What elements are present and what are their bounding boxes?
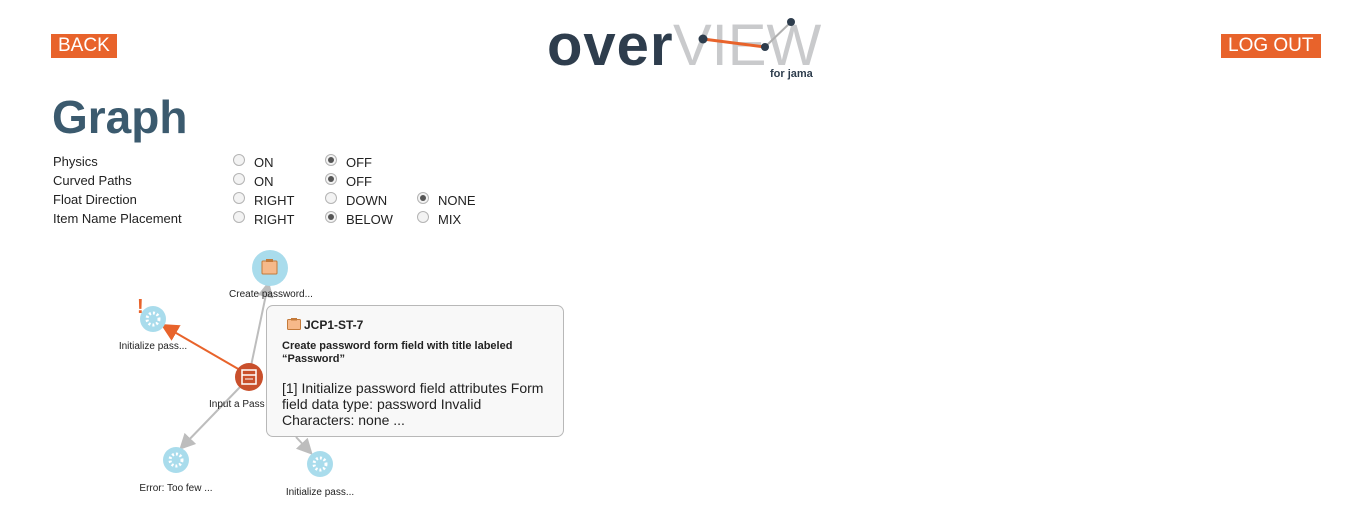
node-label: Initialize pass...: [286, 487, 354, 498]
option-label: Float Direction: [53, 192, 137, 207]
radio-label: MIX: [438, 212, 462, 227]
radio-label: OFF: [346, 155, 372, 170]
node-label: Error: Too few ...: [139, 483, 212, 494]
radio-label: OFF: [346, 174, 372, 189]
tooltip-item-id: JCP1-ST-7: [304, 318, 364, 332]
radio-placement-below[interactable]: [325, 211, 337, 223]
clipboard-icon: [287, 318, 301, 330]
radio-label: DOWN: [346, 193, 388, 208]
radio-label: ON: [254, 174, 274, 189]
edge-to-bottom-left: [179, 385, 242, 450]
warning-icon: !: [137, 296, 144, 318]
graph-node-center[interactable]: Input a Pass: [209, 363, 265, 410]
radio-placement-right[interactable]: [233, 211, 245, 223]
back-button[interactable]: BACK: [51, 34, 117, 58]
radio-curved-off[interactable]: [325, 173, 337, 185]
radio-physics-off[interactable]: [325, 154, 337, 166]
logout-button[interactable]: LOG OUT: [1221, 34, 1321, 58]
radio-float-right[interactable]: [233, 192, 245, 204]
logo-text-over: over: [547, 13, 674, 78]
page-title: Graph: [52, 91, 188, 143]
graph-node-bottom-right[interactable]: Initialize pass...: [286, 451, 354, 498]
option-label: Curved Paths: [53, 173, 132, 188]
edge-to-bottom-right: [295, 436, 313, 455]
node-label: Initialize pass...: [119, 341, 187, 352]
graph-node-top[interactable]: Create password...: [229, 250, 313, 300]
clipboard-icon: [261, 260, 278, 275]
radio-label: RIGHT: [254, 193, 295, 208]
radio-float-none[interactable]: [417, 192, 429, 204]
tooltip-title: Create password form field with title la…: [282, 340, 513, 365]
radio-float-down[interactable]: [325, 192, 337, 204]
node-tooltip: JCP1-ST-7 Create password form field wit…: [266, 305, 564, 437]
option-label: Physics: [53, 154, 98, 169]
node-label: Input a Pass: [209, 399, 265, 410]
overview-logo: over VIEW for jama: [547, 13, 821, 80]
radio-curved-on[interactable]: [233, 173, 245, 185]
radio-label: ON: [254, 155, 274, 170]
logo-subtitle: for jama: [770, 68, 814, 80]
node-label: Create password...: [229, 289, 313, 300]
radio-label: RIGHT: [254, 212, 295, 227]
option-label: Item Name Placement: [53, 211, 182, 226]
radio-physics-on[interactable]: [233, 154, 245, 166]
graph-node-left-warning[interactable]: ! Initialize pass...: [119, 296, 187, 352]
graph-node-bottom-left[interactable]: Error: Too few ...: [139, 447, 213, 494]
radio-label: NONE: [438, 193, 476, 208]
tooltip-description: [1] Initialize password field attributes…: [282, 380, 544, 428]
radio-label: BELOW: [346, 212, 393, 227]
radio-placement-mix[interactable]: [417, 211, 429, 223]
